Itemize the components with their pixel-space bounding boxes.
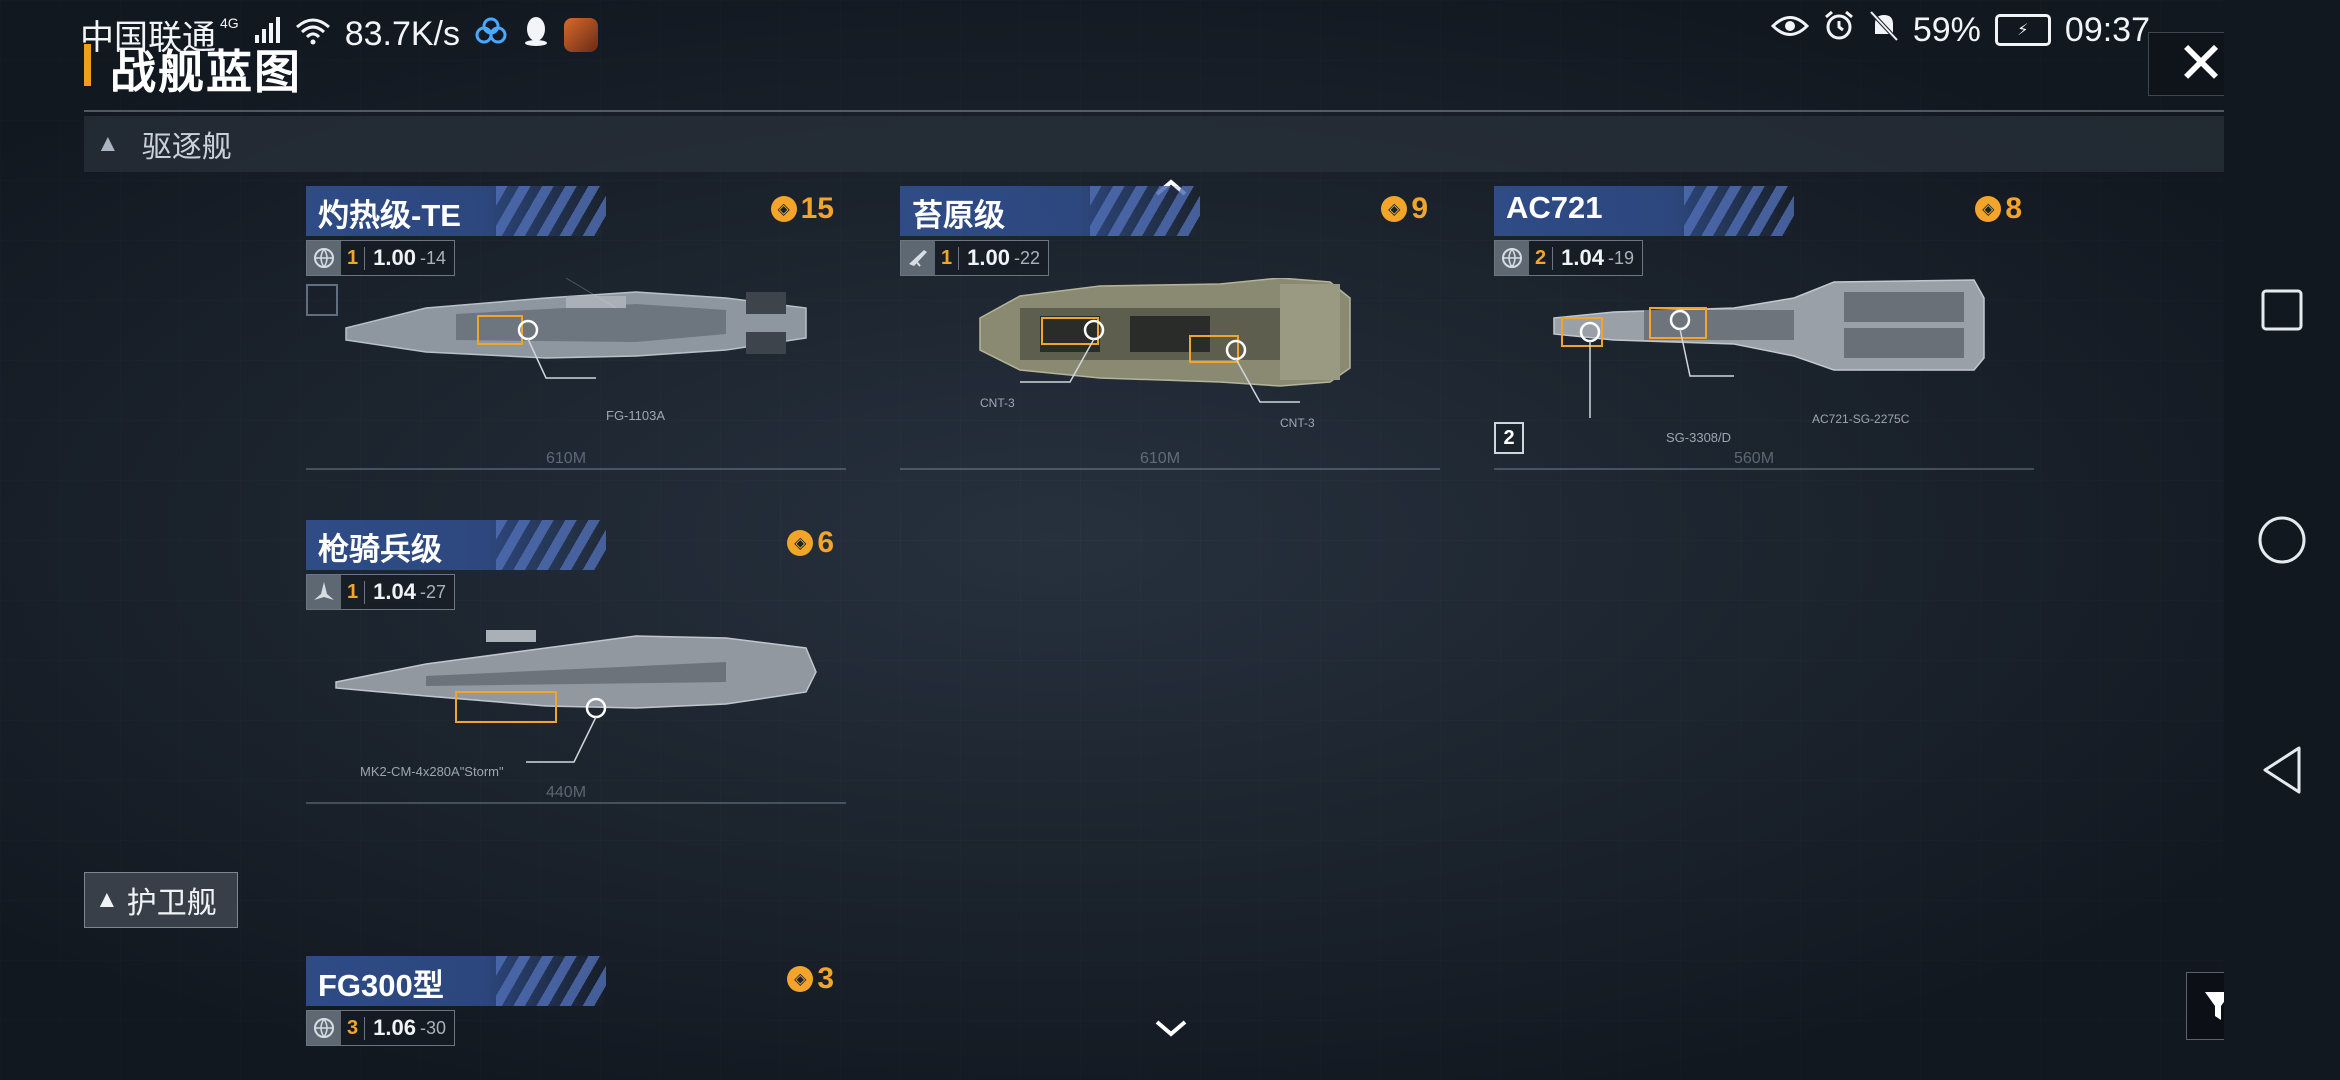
ship-stats: 1 1.00 -14 — [306, 240, 455, 276]
ship-card[interactable]: 灼热级-TE ◈ 15 1 1.00 -14 FG-1103A 610M — [306, 186, 846, 486]
ship-name: FG300型 — [318, 968, 444, 1003]
blueprint-coin-icon: ◈ — [787, 966, 814, 992]
ship-cost: ◈ 9 — [1381, 192, 1428, 226]
section-label: 护卫舰 — [126, 887, 217, 920]
ship-weapon-label: MK2-CM-4x280A"Storm" — [360, 764, 504, 779]
faction-icon — [901, 241, 935, 275]
ship-version: 1.00 — [373, 245, 416, 270]
ship-stats: 1 1.04 -27 — [306, 574, 455, 610]
ship-cost: ◈ 3 — [787, 962, 834, 996]
blueprint-coin-icon: ◈ — [1975, 196, 2002, 222]
collapse-triangle-icon: ▲ — [96, 130, 120, 157]
title-divider — [84, 110, 2256, 112]
ship-level: -27 — [419, 581, 446, 602]
ship-name: 枪骑兵级 — [318, 532, 442, 567]
triangle-back-icon — [2263, 746, 2301, 794]
ship-level: -30 — [419, 1017, 446, 1038]
back-button[interactable] — [2252, 740, 2312, 800]
recent-apps-button[interactable] — [2252, 280, 2312, 340]
ship-length: 610M — [546, 450, 587, 467]
ship-level: -22 — [1013, 247, 1040, 268]
ship-tier: 1 — [935, 246, 960, 270]
ship-ruler — [900, 468, 1440, 470]
ship-name: AC721 — [1506, 190, 1603, 225]
ship-weapon-label: FG-1103A — [606, 408, 666, 423]
section-header-destroyer[interactable]: ▲ 驱逐舰 — [84, 116, 2256, 172]
ship-card[interactable]: AC721 ◈ 8 2 1.04 -19 SG-3308/D AC721-SG-… — [1494, 186, 2034, 486]
globe-icon — [307, 241, 341, 275]
clock-time: 09:37 — [2064, 10, 2150, 49]
jet-icon — [307, 575, 341, 609]
ship-card[interactable]: 枪骑兵级 ◈ 6 1 1.04 -27 MK2-CM-4x280A"Storm"… — [306, 520, 846, 820]
ship-cost: ◈ 6 — [787, 526, 834, 560]
status-bar: 中国联通 4G 83.7K/s 59% ⚡ 09:37 — [0, 0, 2230, 66]
ship-cost-value: 3 — [817, 962, 834, 995]
ship-tier: 3 — [341, 1016, 366, 1040]
blueprint-coin-icon: ◈ — [770, 196, 797, 222]
ship-weapon-label: AC721-SG-2275C — [1812, 412, 1910, 426]
ship-weapon-label: CNT-3 — [1280, 416, 1315, 430]
alarm-icon — [1823, 10, 1855, 50]
blueprint-coin-icon: ◈ — [787, 530, 814, 556]
game-app-icon — [564, 17, 598, 52]
ship-version: 1.06 — [373, 1015, 416, 1040]
ship-stats: 3 1.06 -30 — [306, 1010, 455, 1046]
ship-length: 560M — [1734, 450, 1775, 467]
ship-stats: 1 1.00 -22 — [900, 240, 1049, 276]
section-label: 驱逐舰 — [141, 131, 232, 164]
ship-name: 灼热级-TE — [318, 198, 461, 233]
ship-length: 610M — [1140, 450, 1181, 467]
square-icon — [2261, 289, 2303, 331]
ship-card[interactable]: FG300型 ◈ 3 3 1.06 -30 — [306, 956, 846, 1080]
circle-icon — [2258, 516, 2306, 564]
ship-cost-value: 9 — [1411, 192, 1428, 225]
system-nav-bar — [2224, 0, 2340, 1080]
ship-version: 1.04 — [373, 579, 416, 604]
ship-cost: ◈ 15 — [770, 192, 834, 226]
battery-icon: ⚡ — [1994, 14, 2051, 46]
mute-bell-icon — [1869, 10, 1899, 50]
ship-weapon-label: CNT-3 — [980, 396, 1015, 410]
ship-tier: 1 — [341, 580, 366, 604]
scroll-down-icon[interactable] — [1154, 1010, 1188, 1049]
ship-length: 440M — [546, 784, 587, 801]
ship-ruler — [1494, 468, 2034, 470]
ship-cost-value: 8 — [2005, 192, 2022, 225]
network-type: 4G — [220, 14, 239, 31]
collapse-triangle-icon: ▲ — [95, 886, 119, 913]
blueprint-coin-icon: ◈ — [1381, 196, 1408, 222]
ship-level: -19 — [1607, 247, 1634, 268]
ship-cost: ◈ 8 — [1975, 192, 2022, 226]
ship-tier: 1 — [341, 246, 366, 270]
ship-ruler — [306, 802, 846, 804]
globe-icon — [307, 1011, 341, 1045]
eye-icon — [1770, 13, 1809, 47]
ship-version: 1.04 — [1561, 245, 1604, 270]
network-speed: 83.7K/s — [344, 15, 460, 53]
app-cloud-icon — [474, 17, 508, 53]
ship-version: 1.00 — [967, 245, 1010, 270]
ship-stats: 2 1.04 -19 — [1494, 240, 1643, 276]
ship-level: -14 — [419, 247, 446, 268]
battery-percent: 59% — [1912, 10, 1981, 49]
close-icon: ✕ — [2176, 31, 2226, 96]
variant-badge: 2 — [1494, 422, 1524, 454]
globe-icon — [1495, 241, 1529, 275]
ship-cost-value: 6 — [817, 526, 834, 559]
ship-tier: 2 — [1529, 246, 1554, 270]
qq-penguin-icon — [522, 15, 550, 55]
section-header-frigate[interactable]: ▲ 护卫舰 — [84, 872, 238, 928]
status-right: 59% ⚡ 09:37 — [1770, 10, 2150, 50]
ship-cost-value: 15 — [800, 192, 834, 225]
page-title: 战舰蓝图 — [84, 36, 302, 102]
home-button[interactable] — [2252, 510, 2312, 570]
ship-ruler — [306, 468, 846, 470]
ship-card[interactable]: 苔原级 ◈ 9 1 1.00 -22 CNT-3 CNT-3 610M — [900, 186, 1440, 486]
ship-weapon-label: SG-3308/D — [1666, 430, 1732, 445]
ship-name: 苔原级 — [912, 198, 1005, 233]
